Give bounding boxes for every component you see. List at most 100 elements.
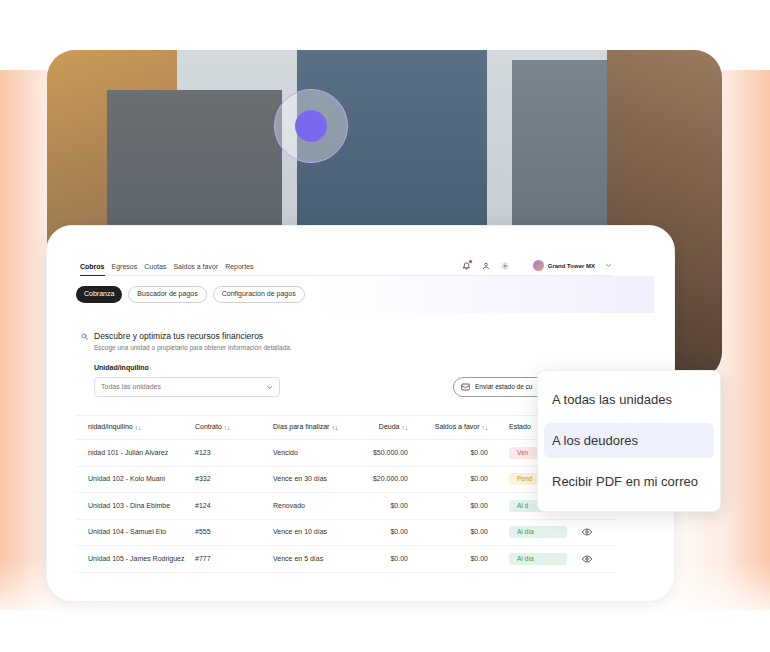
cell-text: Vence en 10 días bbox=[273, 527, 327, 538]
table-cell: Vencido bbox=[273, 448, 347, 459]
cell-text: $0.00 bbox=[470, 474, 488, 485]
mail-icon[interactable] bbox=[460, 383, 470, 392]
gear-icon-svg[interactable] bbox=[501, 262, 509, 270]
column-header[interactable]: Deuda↑↓ bbox=[347, 422, 408, 433]
nav-tab[interactable]: Saldos a favor bbox=[173, 262, 218, 276]
table-cell: Vence en 5 días bbox=[273, 554, 347, 565]
mail-icon-svg[interactable] bbox=[461, 383, 470, 391]
column-header[interactable]: Días para finalizar↑↓ bbox=[273, 422, 347, 433]
column-label[interactable]: Saldos a favor bbox=[435, 422, 480, 433]
column-label: Estado bbox=[509, 422, 531, 433]
filter-subtitle: Escoge una unidad o propietario para obt… bbox=[94, 344, 674, 352]
cell-text: #123 bbox=[195, 448, 211, 459]
user-icon[interactable] bbox=[481, 261, 491, 271]
filter-heading: Descubre y optimiza tus recursos financi… bbox=[80, 331, 674, 342]
cell-text: #124 bbox=[195, 501, 211, 512]
table-cell: #124 bbox=[195, 501, 273, 512]
touch-dot bbox=[295, 110, 327, 142]
table-header: nidad/inquilino↑↓Contrato↑↓Días para fin… bbox=[76, 416, 616, 440]
table: nidad/inquilino↑↓Contrato↑↓Días para fin… bbox=[76, 415, 616, 573]
sort-icon[interactable]: ↑↓ bbox=[482, 423, 489, 433]
sort-icon[interactable]: ↑↓ bbox=[224, 423, 231, 433]
table-cell: $0.00 bbox=[408, 554, 488, 565]
cell-text: $50.000.00 bbox=[373, 448, 408, 459]
eye-icon[interactable] bbox=[581, 554, 592, 563]
cell-text: Unidad 102 - Kolo Muani bbox=[88, 474, 165, 485]
user-icon-svg[interactable] bbox=[482, 262, 490, 270]
column-header[interactable]: Contrato↑↓ bbox=[195, 422, 273, 433]
nav-tab[interactable]: Egresos bbox=[112, 262, 138, 276]
table-row: nidad 101 - Julián Alvarez #123 Vencido $50… bbox=[76, 440, 616, 467]
column-label[interactable]: Contrato bbox=[195, 422, 222, 433]
menu-item[interactable]: A todas las unidades bbox=[544, 382, 714, 417]
cell-text: Unidad 105 - James Rodriguez bbox=[88, 554, 185, 565]
sort-icon[interactable]: ↑↓ bbox=[331, 423, 338, 433]
actions-cell bbox=[577, 528, 616, 537]
unit-select-value[interactable]: Todas las unidades bbox=[101, 382, 161, 393]
cell-text: nidad 101 - Julián Alvarez bbox=[88, 448, 168, 459]
touch-indicator bbox=[274, 89, 348, 163]
column-label[interactable]: nidad/inquilino bbox=[88, 422, 133, 433]
account-name[interactable]: Grand Tower MX bbox=[548, 262, 595, 270]
cell-text: $0.00 bbox=[470, 527, 488, 538]
subtab[interactable]: Cobranza bbox=[76, 286, 122, 303]
cell-text: #332 bbox=[195, 474, 211, 485]
table-cell: $0.00 bbox=[347, 527, 408, 538]
cell-text: Unidad 104 - Samuel Eto bbox=[88, 527, 166, 538]
cell-text: #777 bbox=[195, 554, 211, 565]
cell-text: $0.00 bbox=[390, 527, 408, 538]
cell-text: $20.000.00 bbox=[373, 474, 408, 485]
page: Cobros Egresos Cuotas Saldos a favor Reporte… bbox=[0, 0, 770, 652]
table-cell: $0.00 bbox=[408, 474, 488, 485]
menu-item[interactable]: A los deudores bbox=[544, 423, 714, 458]
table-cell: #332 bbox=[195, 474, 273, 485]
nav-tabs: Cobros Egresos Cuotas Saldos a favor Reporte… bbox=[80, 262, 254, 275]
sort-icon[interactable]: ↑↓ bbox=[135, 423, 142, 433]
eye-icon[interactable] bbox=[581, 528, 592, 537]
chevron-down-icon-svg[interactable] bbox=[605, 262, 612, 269]
sort-icon[interactable]: ↑↓ bbox=[402, 423, 409, 433]
nav-tab[interactable]: Cobros bbox=[80, 262, 105, 276]
status-cell: Al día bbox=[488, 553, 577, 565]
column-header[interactable]: nidad/inquilino↑↓ bbox=[76, 422, 195, 433]
table-cell: $0.00 bbox=[347, 501, 408, 512]
table-cell: Vence en 10 días bbox=[273, 527, 347, 538]
column-label[interactable]: Días para finalizar bbox=[273, 422, 329, 433]
send-statement-label[interactable]: Enviar estado de cu bbox=[475, 382, 532, 392]
cell-text: $0.00 bbox=[390, 554, 408, 565]
top-nav: Cobros Egresos Cuotas Saldos a favor Reporte… bbox=[80, 258, 612, 276]
menu-item[interactable]: Recibir PDF en mi correo bbox=[544, 464, 714, 499]
account-avatar bbox=[533, 260, 544, 271]
table-cell: $0.00 bbox=[408, 527, 488, 538]
table-cell: Unidad 102 - Kolo Muani bbox=[76, 474, 195, 485]
chevron-down-icon[interactable] bbox=[265, 383, 273, 391]
nav-actions: Grand Tower MX bbox=[462, 260, 612, 275]
subtabs: Cobranza Buscador de pagos Configuración d… bbox=[76, 276, 654, 313]
table-cell: Unidad 104 - Samuel Eto bbox=[76, 527, 195, 538]
table-row: Unidad 103 - Dina Ebimbe#124Renovado$0.0… bbox=[76, 493, 616, 520]
status-badge: Al día bbox=[509, 526, 567, 538]
column-header[interactable]: Saldos a favor↑↓ bbox=[408, 422, 488, 433]
chevron-down-icon[interactable] bbox=[604, 262, 612, 270]
cell-text: Vence en 30 días bbox=[273, 474, 327, 485]
eye-icon-svg[interactable] bbox=[582, 555, 592, 563]
unit-select[interactable]: Todas las unidades bbox=[94, 377, 280, 397]
column-label[interactable]: Deuda bbox=[379, 422, 400, 433]
eye-icon-svg[interactable] bbox=[582, 528, 592, 536]
subtab[interactable]: Buscador de pagos bbox=[128, 286, 206, 303]
nav-tab[interactable]: Reportes bbox=[225, 262, 253, 276]
account-switcher[interactable]: Grand Tower MX bbox=[533, 260, 612, 271]
search-icon-svg bbox=[81, 333, 88, 340]
table-cell: $20.000.00 bbox=[347, 474, 408, 485]
cell-text: $0.00 bbox=[390, 501, 408, 512]
table-row: Unidad 104 - Samuel Eto #555 Vence en 10 d… bbox=[76, 520, 616, 547]
cell-text: Vence en 5 días bbox=[273, 554, 323, 565]
gear-icon[interactable] bbox=[500, 261, 510, 271]
cell-text: #555 bbox=[195, 527, 211, 538]
nav-tab[interactable]: Cuotas bbox=[144, 262, 166, 276]
chevron-down-icon-svg[interactable] bbox=[266, 384, 273, 391]
bell-icon[interactable] bbox=[462, 261, 472, 271]
subtab[interactable]: Configuración de pagos bbox=[213, 286, 305, 303]
table-cell: $0.00 bbox=[347, 554, 408, 565]
cell-text: $0.00 bbox=[470, 448, 488, 459]
